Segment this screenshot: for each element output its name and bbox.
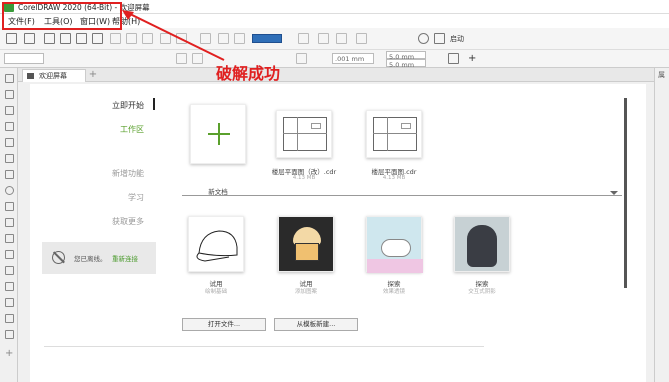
toolbox: + — [0, 68, 18, 382]
annotation-text: 破解成功 — [216, 64, 281, 83]
shadow-tool-icon[interactable] — [5, 266, 14, 275]
dimension-tool-icon[interactable] — [5, 234, 14, 243]
nav-learn[interactable]: 学习 — [34, 192, 144, 203]
nav-get-started[interactable]: 立即开始 — [34, 100, 144, 111]
snap-icon[interactable] — [318, 33, 329, 44]
reconnect-link[interactable]: 重新连接 — [112, 253, 138, 263]
crow-thumbnail[interactable] — [454, 216, 510, 272]
floorplan-thumbnail[interactable] — [366, 110, 422, 158]
document-tabs: 欢迎屏幕 + — [18, 68, 654, 82]
new-document-thumbnail[interactable] — [190, 104, 246, 164]
welcome-screen: 立即开始 工作区 新增功能 学习 获取更多 您已离线。 重新连接 新文档 楼层平… — [30, 84, 646, 382]
tile-sub: 交互式阴影 — [468, 289, 496, 295]
properties-docker: 属 — [654, 68, 669, 382]
cat-thumbnail[interactable] — [366, 216, 423, 273]
add-tool-icon[interactable]: + — [5, 348, 13, 359]
cloud-icon[interactable] — [60, 33, 71, 44]
nav-workspace[interactable]: 工作区 — [34, 124, 144, 135]
crop-tool-icon[interactable] — [5, 106, 14, 115]
bottom-divider — [44, 346, 484, 347]
fill-tool-icon[interactable] — [5, 314, 14, 323]
view-icon[interactable] — [298, 33, 309, 44]
offline-message: 您已离线。 — [74, 255, 107, 263]
artistic-media-icon[interactable] — [5, 154, 14, 163]
floorplan-thumbnail[interactable] — [276, 110, 332, 158]
collapse-arrow-icon[interactable] — [610, 191, 618, 195]
open-file-button[interactable]: 打开文件... — [182, 318, 266, 331]
shape-tool-icon[interactable] — [5, 90, 14, 99]
cap-drawing — [196, 230, 238, 262]
export-icon[interactable] — [76, 33, 87, 44]
new-document-icon[interactable] — [6, 33, 17, 44]
distribute-icon[interactable] — [234, 33, 245, 44]
duplicate-h-field[interactable]: 5.0 mm — [386, 59, 426, 69]
print-icon[interactable] — [92, 33, 103, 44]
new-from-template-button[interactable]: 从模板新建... — [274, 318, 358, 331]
offline-icon — [52, 251, 65, 264]
color-swatch[interactable] — [252, 34, 282, 43]
freehand-tool-icon[interactable] — [5, 138, 14, 147]
standard-toolbar: 启动 — [0, 28, 669, 50]
offline-notice: 您已离线。 重新连接 — [42, 242, 156, 274]
rulers-icon[interactable] — [356, 33, 367, 44]
gear-icon[interactable] — [418, 33, 429, 44]
tile-sub: 效果透镜 — [382, 289, 405, 295]
open-folder-icon[interactable] — [24, 33, 35, 44]
section-divider — [182, 195, 622, 196]
grid-icon[interactable] — [336, 33, 347, 44]
page-options-icon[interactable] — [448, 53, 459, 64]
save-icon[interactable] — [44, 33, 55, 44]
text-tool-icon[interactable] — [5, 218, 14, 227]
rectangle-tool-icon[interactable] — [5, 170, 14, 179]
ellipse-tool-icon[interactable] — [5, 186, 14, 195]
pick-tool-icon[interactable] — [5, 74, 14, 83]
zoom-tool-icon[interactable] — [5, 122, 14, 131]
nudge-field[interactable]: .001 mm — [332, 53, 374, 64]
eyedropper-tool-icon[interactable] — [5, 298, 14, 307]
annotation-highlight-box — [2, 2, 122, 30]
units-icon[interactable] — [296, 53, 307, 64]
add-icon[interactable]: + — [468, 53, 476, 64]
connector-tool-icon[interactable] — [5, 250, 14, 259]
launch-label[interactable]: 启动 — [450, 34, 464, 44]
nav-whats-new[interactable]: 新增功能 — [34, 168, 144, 179]
file-size: 4.13 MB — [382, 175, 406, 181]
polygon-tool-icon[interactable] — [5, 202, 14, 211]
cap-thumbnail[interactable] — [188, 216, 244, 272]
tile-sub: 绘制基础 — [204, 289, 227, 295]
launch-icon[interactable] — [434, 33, 445, 44]
file-size: 4.13 MB — [292, 175, 316, 181]
duplicate-w-field[interactable]: 5.0 mm — [386, 51, 426, 61]
nav-get-more[interactable]: 获取更多 — [34, 216, 144, 227]
property-bar: .001 mm 5.0 mm 5.0 mm + — [0, 50, 669, 69]
docker-label[interactable]: 属 — [658, 70, 665, 80]
nav-active-indicator — [153, 98, 155, 110]
scrollbar[interactable] — [624, 98, 627, 288]
tile-sub: 添加图案 — [294, 289, 317, 295]
home-icon — [27, 73, 34, 79]
transparency-tool-icon[interactable] — [5, 282, 14, 291]
annotation-arrow — [122, 10, 225, 61]
tab-label: 欢迎屏幕 — [39, 72, 67, 80]
add-tab-button[interactable]: + — [88, 70, 98, 80]
smart-fill-icon[interactable] — [5, 330, 14, 339]
tab-welcome-screen[interactable]: 欢迎屏幕 — [22, 69, 86, 82]
cupcake-thumbnail[interactable] — [278, 216, 334, 272]
zoom-field[interactable] — [4, 53, 44, 64]
